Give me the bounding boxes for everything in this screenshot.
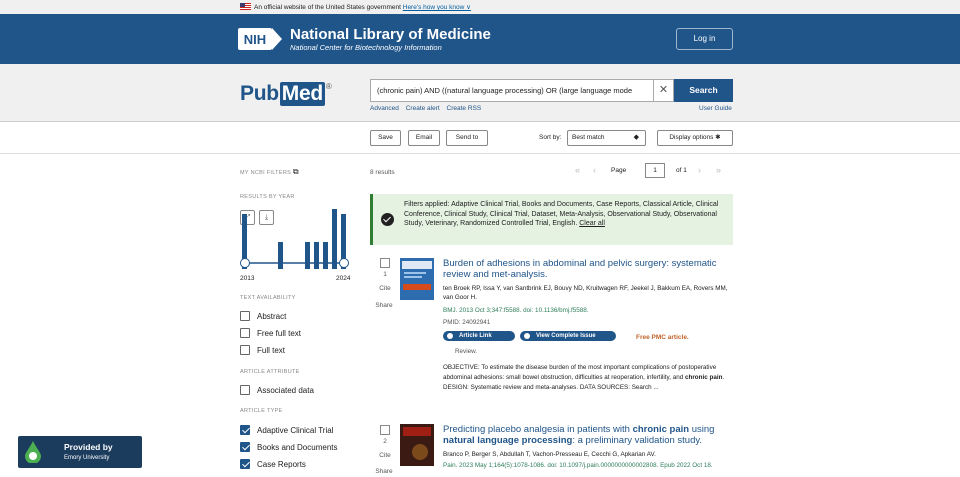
my-ncbi-filters[interactable]: MY NCBI FILTERS ⧉ xyxy=(240,167,299,177)
link-icon xyxy=(447,333,453,339)
checkbox[interactable] xyxy=(240,442,250,452)
article-link-button[interactable]: Article Link xyxy=(443,331,515,341)
sort-chevron-icon: ◆ xyxy=(633,134,639,141)
heres-how-link[interactable]: Here's how you know ∨ xyxy=(403,4,471,11)
sort-select[interactable]: Best match ◆ xyxy=(567,130,646,146)
journal-cover-thumbnail xyxy=(400,424,434,466)
year-range-slider[interactable] xyxy=(240,255,355,271)
filter-abstract[interactable]: Abstract xyxy=(240,311,286,322)
results-count: 8 results xyxy=(370,169,395,176)
result-checkbox[interactable] xyxy=(380,258,390,268)
issue-icon xyxy=(524,333,530,339)
year-start-label: 2013 xyxy=(240,275,255,282)
checkbox[interactable] xyxy=(240,311,250,321)
svg-text:NIH: NIH xyxy=(244,32,266,47)
provided-by-badge[interactable]: Provided by Emory University xyxy=(18,436,142,468)
provider-name: Emory University xyxy=(64,455,110,461)
us-flag-icon xyxy=(240,3,251,10)
checkbox[interactable] xyxy=(240,459,250,469)
create-rss-link[interactable]: Create RSS xyxy=(447,105,482,112)
page-of: of 1 xyxy=(676,167,687,174)
first-page-icon[interactable]: « xyxy=(575,165,580,175)
filter-books-documents[interactable]: Books and Documents xyxy=(240,442,338,453)
gov-banner: An official website of the United States… xyxy=(0,0,960,14)
result-pmid: PMID: 24092941 xyxy=(443,319,491,326)
journal-cover-thumbnail xyxy=(400,258,434,300)
page-input[interactable]: 1 xyxy=(645,163,665,178)
send-to-button[interactable]: Send to xyxy=(446,130,488,146)
login-button[interactable]: Log in xyxy=(676,28,733,50)
checkbox[interactable] xyxy=(240,328,250,338)
nlm-title[interactable]: National Library of Medicine xyxy=(290,26,491,43)
gear-icon: ✱ xyxy=(715,134,721,141)
display-options-button[interactable]: Display options ✱ xyxy=(657,130,733,146)
advanced-link[interactable]: Advanced xyxy=(370,105,399,112)
filters-text: Filters applied: Adaptive Clinical Trial… xyxy=(404,201,719,227)
user-guide-link[interactable]: User Guide xyxy=(699,105,732,112)
checkbox[interactable] xyxy=(240,385,250,395)
results-toolbar: Save Email Send to Sort by: Best match ◆ … xyxy=(0,122,960,154)
result-authors: Branco P, Berger S, Abdullah T, Vachon-P… xyxy=(443,451,656,458)
share-button[interactable]: Share xyxy=(374,468,394,475)
result-authors: ten Broek RP, Issa Y, van Santbrink EJ, … xyxy=(443,285,728,301)
external-link-icon: ⧉ xyxy=(292,167,299,176)
nlm-header: NIH National Library of Medicine Nationa… xyxy=(0,14,960,64)
filter-adaptive-clinical-trial[interactable]: Adaptive Clinical Trial xyxy=(240,425,333,436)
free-pmc-badge: Free PMC article. xyxy=(636,334,689,341)
search-input[interactable]: (chronic pain) AND ((natural language pr… xyxy=(370,79,654,102)
results-by-year-heading: RESULTS BY YEAR xyxy=(240,194,295,200)
filter-full-text[interactable]: Full text xyxy=(240,345,285,356)
filters-applied-banner: Filters applied: Adaptive Clinical Trial… xyxy=(370,194,733,245)
email-button[interactable]: Email xyxy=(408,130,440,146)
article-type-heading: ARTICLE TYPE xyxy=(240,408,283,414)
cite-button[interactable]: Cite xyxy=(375,452,395,459)
result-number: 2 xyxy=(383,438,387,445)
result-number: 1 xyxy=(383,271,387,278)
filter-case-reports[interactable]: Case Reports xyxy=(240,459,306,470)
provided-by-label: Provided by xyxy=(64,442,113,452)
search-links: Advanced Create alert Create RSS xyxy=(370,105,486,112)
clear-search-icon[interactable]: ✕ xyxy=(654,79,674,102)
sort-label: Sort by: xyxy=(539,134,562,141)
save-button[interactable]: Save xyxy=(370,130,401,146)
pagination: « ‹ Page 1 of 1 › » xyxy=(575,163,735,179)
emory-drop-icon xyxy=(25,441,41,463)
filter-free-full-text[interactable]: Free full text xyxy=(240,328,301,339)
result-title-link[interactable]: Burden of adhesions in abdominal and pel… xyxy=(443,258,733,280)
clear-all-link[interactable]: Clear all xyxy=(579,220,605,227)
result-snippet: OBJECTIVE: To estimate the disease burde… xyxy=(443,364,725,391)
year-end-label: 2024 xyxy=(336,275,351,282)
prev-page-icon[interactable]: ‹ xyxy=(593,165,596,175)
cite-button[interactable]: Cite xyxy=(375,285,395,292)
share-button[interactable]: Share xyxy=(374,302,394,309)
create-alert-link[interactable]: Create alert xyxy=(406,105,440,112)
gov-banner-text: An official website of the United States… xyxy=(254,4,401,11)
search-bar-area: Pub Med ® (chronic pain) AND ((natural lan… xyxy=(0,64,960,122)
pubmed-logo[interactable]: Pub Med ® xyxy=(240,82,332,106)
result-citation: BMJ. 2013 Oct 3;347:f5588. doi: 10.1136/… xyxy=(443,307,589,314)
view-complete-issue-button[interactable]: View Complete Issue xyxy=(520,331,616,341)
ncbi-subtitle: National Center for Biotechnology Inform… xyxy=(290,43,442,52)
next-page-icon[interactable]: › xyxy=(698,165,701,175)
article-attribute-heading: ARTICLE ATTRIBUTE xyxy=(240,369,300,375)
page-label: Page xyxy=(611,167,627,174)
filter-associated-data[interactable]: Associated data xyxy=(240,385,314,396)
result-checkbox[interactable] xyxy=(380,425,390,435)
nih-logo[interactable]: NIH xyxy=(238,26,284,52)
review-tag: Review. xyxy=(455,348,478,355)
year-chart xyxy=(240,209,350,283)
result-title-link[interactable]: Predicting placebo analgesia in patients… xyxy=(443,424,733,446)
checkbox[interactable] xyxy=(240,425,250,435)
text-availability-heading: TEXT AVAILABILITY xyxy=(240,295,296,301)
result-citation: Pain. 2023 May 1;164(5):1078-1086. doi: … xyxy=(443,462,713,469)
search-button[interactable]: Search xyxy=(674,79,733,102)
check-circle-icon xyxy=(381,213,394,226)
last-page-icon[interactable]: » xyxy=(716,165,721,175)
checkbox[interactable] xyxy=(240,345,250,355)
